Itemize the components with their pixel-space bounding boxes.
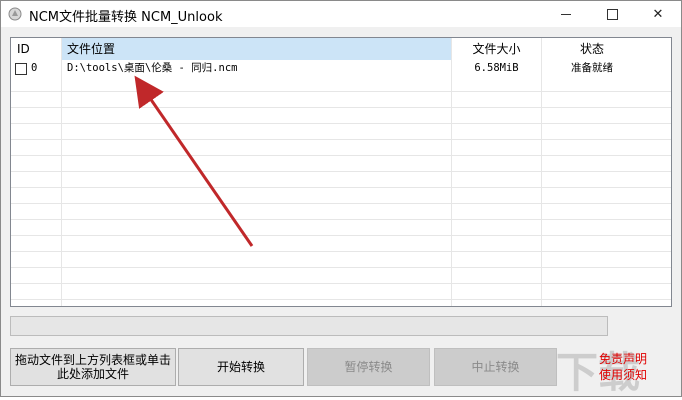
empty-row	[11, 188, 671, 204]
empty-row	[11, 156, 671, 172]
empty-row	[11, 268, 671, 284]
empty-row	[11, 92, 671, 108]
empty-row	[11, 252, 671, 268]
table-header: ID 文件位置 文件大小 状态	[11, 38, 671, 60]
empty-row	[11, 204, 671, 220]
row-status: 准备就绪	[571, 62, 613, 74]
minimize-icon	[561, 13, 571, 15]
app-window: NCM文件批量转换 NCM_Unlook ✕ ID 文件位置 文件大小 状态 0…	[0, 0, 682, 397]
disclaimer-link[interactable]: 免责声明 使用须知	[593, 351, 653, 383]
maximize-button[interactable]	[589, 1, 635, 27]
row-checkbox[interactable]	[15, 63, 27, 75]
empty-row	[11, 236, 671, 252]
empty-row	[11, 76, 671, 92]
window-title: NCM文件批量转换 NCM_Unlook	[29, 10, 223, 25]
start-convert-button[interactable]: 开始转换	[178, 348, 304, 386]
column-divider	[451, 38, 452, 306]
file-list-table[interactable]: ID 文件位置 文件大小 状态 0 D:\tools\桌面\伦桑 - 同归.nc…	[10, 37, 672, 307]
column-divider	[61, 38, 62, 306]
row-id: 0	[31, 62, 38, 74]
table-row[interactable]: 0 D:\tools\桌面\伦桑 - 同归.ncm 6.58MiB 准备就绪	[11, 60, 671, 76]
empty-row	[11, 172, 671, 188]
maximize-icon	[606, 8, 618, 20]
empty-row	[11, 284, 671, 300]
empty-row	[11, 108, 671, 124]
header-path[interactable]: 文件位置	[62, 38, 451, 60]
stop-convert-button: 中止转换	[434, 348, 557, 386]
close-icon: ✕	[652, 6, 664, 22]
column-divider	[541, 38, 542, 306]
header-size[interactable]: 文件大小	[452, 38, 541, 60]
header-status[interactable]: 状态	[542, 38, 642, 60]
minimize-button[interactable]	[543, 1, 589, 27]
close-button[interactable]: ✕	[635, 1, 681, 27]
empty-row	[11, 220, 671, 236]
empty-row	[11, 300, 671, 306]
pause-convert-button: 暂停转换	[307, 348, 430, 386]
app-icon	[8, 7, 22, 21]
progress-bar	[10, 316, 608, 336]
empty-row	[11, 124, 671, 140]
add-files-button[interactable]: 拖动文件到上方列表框或单击此处添加文件	[10, 348, 176, 386]
title-bar[interactable]: NCM文件批量转换 NCM_Unlook ✕	[1, 1, 681, 27]
empty-row	[11, 140, 671, 156]
header-id[interactable]: ID	[17, 38, 57, 60]
row-path: D:\tools\桌面\伦桑 - 同归.ncm	[67, 62, 238, 74]
row-size: 6.58MiB	[474, 62, 519, 74]
